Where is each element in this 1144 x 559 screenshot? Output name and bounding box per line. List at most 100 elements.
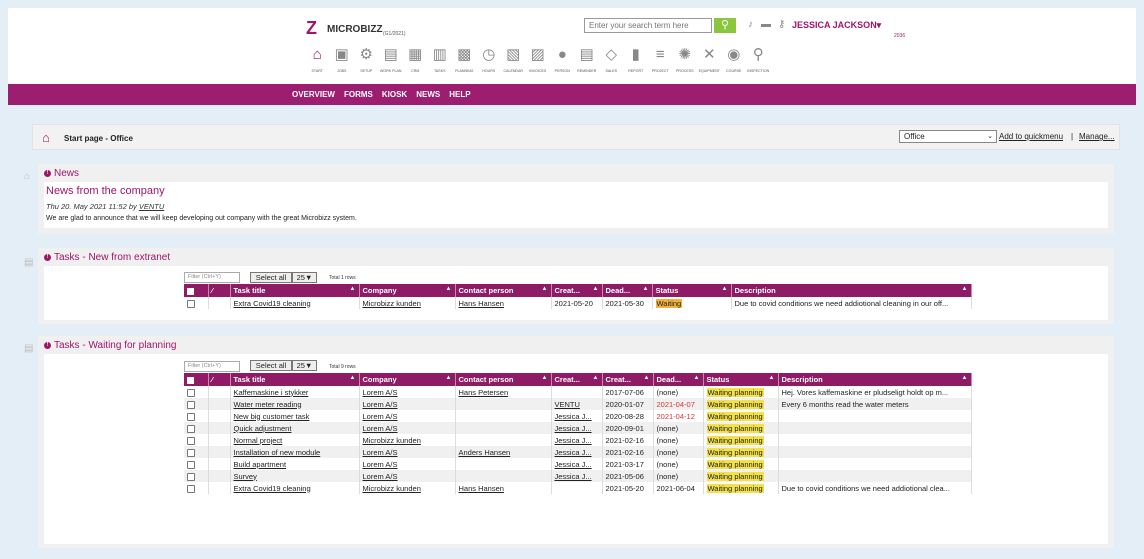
creator-link[interactable]: Jessica J... bbox=[551, 470, 603, 482]
column-header[interactable]: Dead... ▲ bbox=[602, 284, 653, 297]
nav-item-hours[interactable]: ◷ HOURS bbox=[477, 45, 502, 77]
nav-item-tasks[interactable]: ▥ TASKS bbox=[428, 45, 453, 77]
company-link[interactable]: Lorem A/S bbox=[359, 386, 456, 398]
sort-icon[interactable]: ▲ bbox=[644, 375, 650, 381]
row-select[interactable] bbox=[184, 410, 209, 422]
news-header[interactable]: ! News bbox=[44, 168, 79, 179]
column-header[interactable]: Dead... ▲ bbox=[653, 373, 704, 386]
sort-icon[interactable]: ▲ bbox=[446, 286, 452, 292]
nav-item-report[interactable]: ▮ REPORT bbox=[624, 45, 649, 77]
task-title-link[interactable]: Extra Covid19 cleaning bbox=[230, 297, 360, 309]
row-select[interactable] bbox=[184, 386, 209, 398]
task-title-link[interactable]: Water meter reading bbox=[230, 398, 360, 410]
nav-item-work-plan[interactable]: ▤ WORK PLAN bbox=[379, 45, 404, 77]
row-checkbox[interactable] bbox=[187, 412, 195, 421]
contact-link[interactable] bbox=[455, 458, 552, 470]
menu-help[interactable]: HELP bbox=[449, 90, 470, 99]
row-select[interactable] bbox=[184, 398, 209, 410]
table-row[interactable]: Survey Lorem A/S Jessica J... 2021-05-06 (no… bbox=[184, 470, 972, 482]
creator-link[interactable]: Jessica J... bbox=[551, 422, 603, 434]
table-row[interactable]: Build apartment Lorem A/S Jessica J... 2021… bbox=[184, 458, 972, 470]
column-header[interactable]: Contact person ▲ bbox=[455, 284, 552, 297]
nav-item-project[interactable]: ≡ PROJECT bbox=[648, 45, 673, 77]
creator-link[interactable]: Jessica J... bbox=[551, 458, 603, 470]
row-select[interactable] bbox=[184, 470, 209, 482]
nav-item-reminder[interactable]: ▤ REMINDER bbox=[575, 45, 600, 77]
company-link[interactable]: Microbizz kunden bbox=[359, 434, 456, 446]
nav-item-inspection[interactable]: ⚲ INSPECTION bbox=[746, 45, 771, 77]
row-checkbox[interactable] bbox=[187, 448, 195, 457]
creator-link[interactable] bbox=[551, 386, 603, 398]
nav-item-crm[interactable]: ▦ CRM bbox=[403, 45, 428, 77]
table-row[interactable]: Extra Covid19 cleaning Microbizz kunden Ha… bbox=[184, 482, 972, 494]
sort-icon[interactable]: ▲ bbox=[962, 286, 968, 292]
column-header[interactable]: Status ▲ bbox=[652, 284, 732, 297]
creator-link[interactable] bbox=[551, 482, 603, 494]
nav-item-calendar[interactable]: ▧ CALENDAR bbox=[501, 45, 526, 77]
company-link[interactable]: Lorem A/S bbox=[359, 458, 456, 470]
sort-icon[interactable]: ▲ bbox=[542, 286, 548, 292]
column-header[interactable]: Contact person ▲ bbox=[455, 373, 552, 386]
nav-item-course[interactable]: ◉ COURSE bbox=[722, 45, 747, 77]
column-header[interactable]: Creat... ▲ bbox=[602, 373, 654, 386]
row-select[interactable] bbox=[184, 458, 209, 470]
creator-link[interactable]: Jessica J... bbox=[551, 446, 603, 458]
column-header[interactable]: Creat... ▲ bbox=[551, 284, 603, 297]
contact-link[interactable]: Hans Hansen bbox=[455, 297, 552, 309]
sort-icon[interactable]: ▲ bbox=[722, 286, 728, 292]
sort-icon[interactable]: ▲ bbox=[962, 375, 968, 381]
task-title-link[interactable]: Extra Covid19 cleaning bbox=[230, 482, 360, 494]
company-link[interactable]: Lorem A/S bbox=[359, 422, 456, 434]
task-title-link[interactable]: Normal project bbox=[230, 434, 360, 446]
add-to-quickmenu-link[interactable]: Add to quickmenu bbox=[999, 132, 1063, 141]
search-button[interactable]: ⚲ bbox=[714, 18, 736, 33]
contact-link[interactable] bbox=[455, 422, 552, 434]
search-input[interactable] bbox=[584, 18, 712, 33]
table-row[interactable]: Quick adjustment Lorem A/S Jessica J... 202… bbox=[184, 422, 972, 434]
task-title-link[interactable]: New big customer task bbox=[230, 410, 360, 422]
task-title-link[interactable]: Installation of new module bbox=[230, 446, 360, 458]
table-row[interactable]: Extra Covid19 cleaning Microbizz kunden Ha… bbox=[184, 297, 972, 309]
task-title-link[interactable]: Kaffemaskine i stykker bbox=[230, 386, 360, 398]
nav-item-jobs[interactable]: ▣ JOBS bbox=[330, 45, 355, 77]
nav-item-planning[interactable]: ▩ PLANNING bbox=[452, 45, 477, 77]
task-title-link[interactable]: Quick adjustment bbox=[230, 422, 360, 434]
manage-link[interactable]: Manage... bbox=[1079, 132, 1115, 141]
sort-icon[interactable]: ▲ bbox=[694, 375, 700, 381]
contact-link[interactable]: Hans Petersen bbox=[455, 386, 552, 398]
row-select[interactable] bbox=[184, 482, 209, 494]
company-link[interactable]: Microbizz kunden bbox=[359, 297, 456, 309]
column-header[interactable]: Creat... ▲ bbox=[551, 373, 603, 386]
row-checkbox[interactable] bbox=[187, 299, 195, 308]
table-row[interactable]: Water meter reading Lorem A/S VENTU 2020-01… bbox=[184, 398, 972, 410]
row-select[interactable] bbox=[184, 446, 209, 458]
sort-icon[interactable]: ▲ bbox=[643, 286, 649, 292]
row-select[interactable] bbox=[184, 297, 209, 309]
column-header[interactable]: Task title ▲ bbox=[230, 284, 360, 297]
row-checkbox[interactable] bbox=[187, 388, 195, 397]
sort-icon[interactable]: ▲ bbox=[593, 375, 599, 381]
sort-icon[interactable]: ▲ bbox=[593, 286, 599, 292]
row-select[interactable] bbox=[184, 422, 209, 434]
nav-item-process[interactable]: ✺ PROCESS bbox=[673, 45, 698, 77]
select-all-checkbox[interactable] bbox=[187, 376, 194, 384]
sort-icon[interactable]: ▲ bbox=[542, 375, 548, 381]
page-size-select[interactable]: 25▼ bbox=[292, 272, 317, 283]
select-all-button[interactable]: Select all bbox=[250, 272, 292, 283]
sort-icon[interactable]: ▲ bbox=[350, 286, 356, 292]
menu-news[interactable]: NEWS bbox=[416, 90, 440, 99]
menu-kiosk[interactable]: KIOSK bbox=[382, 90, 407, 99]
news-author-link[interactable]: VENTU bbox=[139, 202, 164, 211]
nav-item-equipment[interactable]: ✕ EQUIPMENT bbox=[697, 45, 722, 77]
row-select[interactable] bbox=[184, 434, 209, 446]
select-all-button[interactable]: Select all bbox=[250, 360, 292, 371]
column-header[interactable]: Task title ▲ bbox=[230, 373, 360, 386]
company-link[interactable]: Lorem A/S bbox=[359, 470, 456, 482]
row-checkbox[interactable] bbox=[187, 424, 195, 433]
column-header[interactable]: Status ▲ bbox=[703, 373, 779, 386]
nav-item-invoices[interactable]: ▨ INVOICES bbox=[526, 45, 551, 77]
creator-link[interactable]: Jessica J... bbox=[551, 434, 603, 446]
microbizz-logo-icon[interactable]: Z bbox=[306, 18, 317, 39]
contact-link[interactable]: Anders Hansen bbox=[455, 446, 552, 458]
row-checkbox[interactable] bbox=[187, 484, 195, 493]
